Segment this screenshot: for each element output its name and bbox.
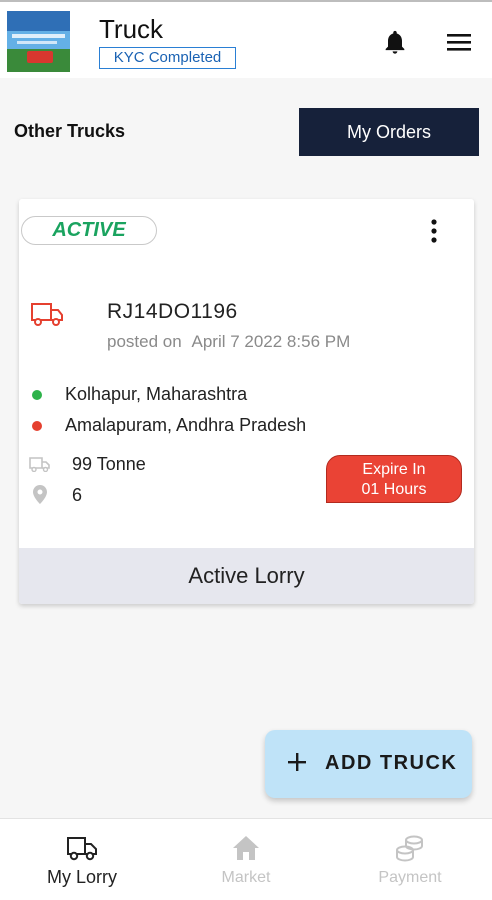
hamburger-menu-icon[interactable] (444, 29, 474, 55)
bell-icon[interactable] (381, 26, 409, 58)
expire-line-1: Expire In (362, 461, 426, 478)
expire-badge: Expire In 01 Hours (326, 455, 462, 503)
truck-icon (31, 303, 63, 326)
expire-line-2: 01 Hours (361, 481, 427, 498)
location-pin-icon (33, 485, 47, 504)
nav-label: Payment (378, 869, 442, 886)
active-lorry-footer[interactable]: Active Lorry (19, 548, 474, 604)
app-logo (7, 11, 70, 72)
nav-label: Market (221, 869, 271, 886)
kyc-status-badge: KYC Completed (99, 47, 236, 69)
app-header: Truck KYC Completed (0, 2, 492, 78)
count-value: 6 (72, 485, 83, 505)
plus-icon (288, 753, 306, 771)
nav-item-market[interactable]: Market (164, 819, 328, 900)
origin-dot-icon (32, 390, 42, 400)
other-trucks-tab[interactable]: Other Trucks (14, 121, 125, 142)
nav-item-payment[interactable]: Payment (328, 819, 492, 900)
my-orders-button[interactable]: My Orders (299, 108, 479, 156)
nav-label: My Lorry (46, 867, 117, 887)
destination-location: Amalapuram, Andhra Pradesh (65, 415, 307, 435)
origin-location: Kolhapur, Maharashtra (65, 384, 248, 404)
home-icon (233, 836, 259, 860)
truck-icon (67, 837, 97, 861)
page-title: Truck (99, 14, 164, 44)
lorry-card[interactable]: ACTIVE RJ14DO1196 posted on April 7 2022… (19, 199, 474, 604)
truck-number: RJ14DO1196 (107, 300, 238, 323)
posted-date: April 7 2022 8:56 PM (191, 332, 351, 351)
truck-capacity-icon (29, 457, 50, 472)
status-badge: ACTIVE (21, 216, 157, 245)
posted-info: posted on April 7 2022 8:56 PM (107, 332, 356, 352)
destination-dot-icon (32, 421, 42, 431)
coins-icon (396, 835, 423, 862)
nav-item-my-lorry[interactable]: My Lorry (0, 819, 164, 900)
more-options-icon[interactable] (427, 218, 441, 244)
posted-prefix: posted on (107, 332, 182, 351)
add-truck-label: ADD TRUCK (325, 752, 458, 774)
capacity-value: 99 Tonne (72, 454, 146, 474)
bottom-navigation: My Lorry Market Payment (0, 818, 492, 900)
add-truck-button[interactable]: ADD TRUCK (265, 730, 472, 798)
